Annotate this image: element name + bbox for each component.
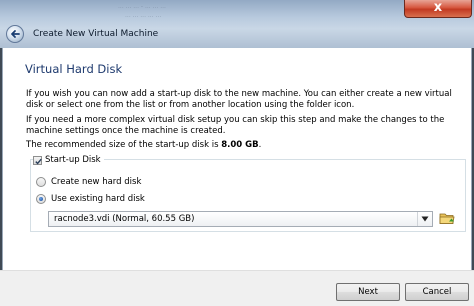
button-bar: Next Cancel (0, 270, 474, 306)
use-existing-disk-radio[interactable] (36, 194, 46, 204)
background-window-text: ... ... ... ... ... (125, 12, 162, 19)
chevron-down-icon (421, 216, 429, 222)
startup-disk-checkbox[interactable] (33, 155, 42, 165)
recommended-size-value: 8.00 GB (221, 140, 259, 150)
close-icon: x (433, 0, 443, 15)
background-window-text: ... ... ... - ... ... ... (118, 3, 166, 10)
checkmark-icon (35, 158, 42, 165)
use-existing-disk-option[interactable]: Use existing hard disk (36, 194, 145, 205)
wizard-page: Virtual Hard Disk If you wish you can no… (2, 48, 472, 270)
back-button[interactable] (6, 25, 24, 43)
close-button[interactable]: x (404, 0, 472, 18)
page-heading: Virtual Hard Disk (25, 62, 123, 76)
title-bar: ... ... ... - ... ... ... ... ... ... ..… (0, 0, 474, 48)
next-button[interactable]: Next (336, 283, 400, 301)
recommended-prefix: The recommended size of the start-up dis… (26, 140, 222, 150)
create-new-disk-label: Create new hard disk (51, 177, 142, 187)
window-title: Create New Virtual Machine (33, 29, 159, 39)
startup-disk-label: Start-up Disk (45, 155, 101, 165)
choose-disk-file-button[interactable] (439, 210, 455, 226)
advanced-paragraph: If you need a more complex virtual disk … (26, 115, 445, 136)
use-existing-disk-label: Use existing hard disk (51, 194, 145, 204)
create-new-disk-option[interactable]: Create new hard disk (36, 177, 141, 188)
folder-icon (439, 213, 455, 224)
recommended-suffix: . (258, 140, 262, 150)
existing-disk-select[interactable]: racnode3.vdi (Normal, 60.55 GB) (48, 211, 433, 227)
cancel-button[interactable]: Cancel (405, 283, 469, 301)
dropdown-button[interactable] (417, 212, 432, 226)
selected-disk-value: racnode3.vdi (Normal, 60.55 GB) (54, 214, 195, 224)
recommended-size-text: The recommended size of the start-up dis… (26, 140, 466, 151)
intro-paragraph: If you wish you can now add a start-up d… (26, 89, 452, 110)
startup-disk-checkbox-row[interactable]: Start-up Disk (33, 155, 104, 167)
create-new-disk-radio[interactable] (36, 177, 46, 187)
back-arrow-icon (11, 30, 20, 38)
